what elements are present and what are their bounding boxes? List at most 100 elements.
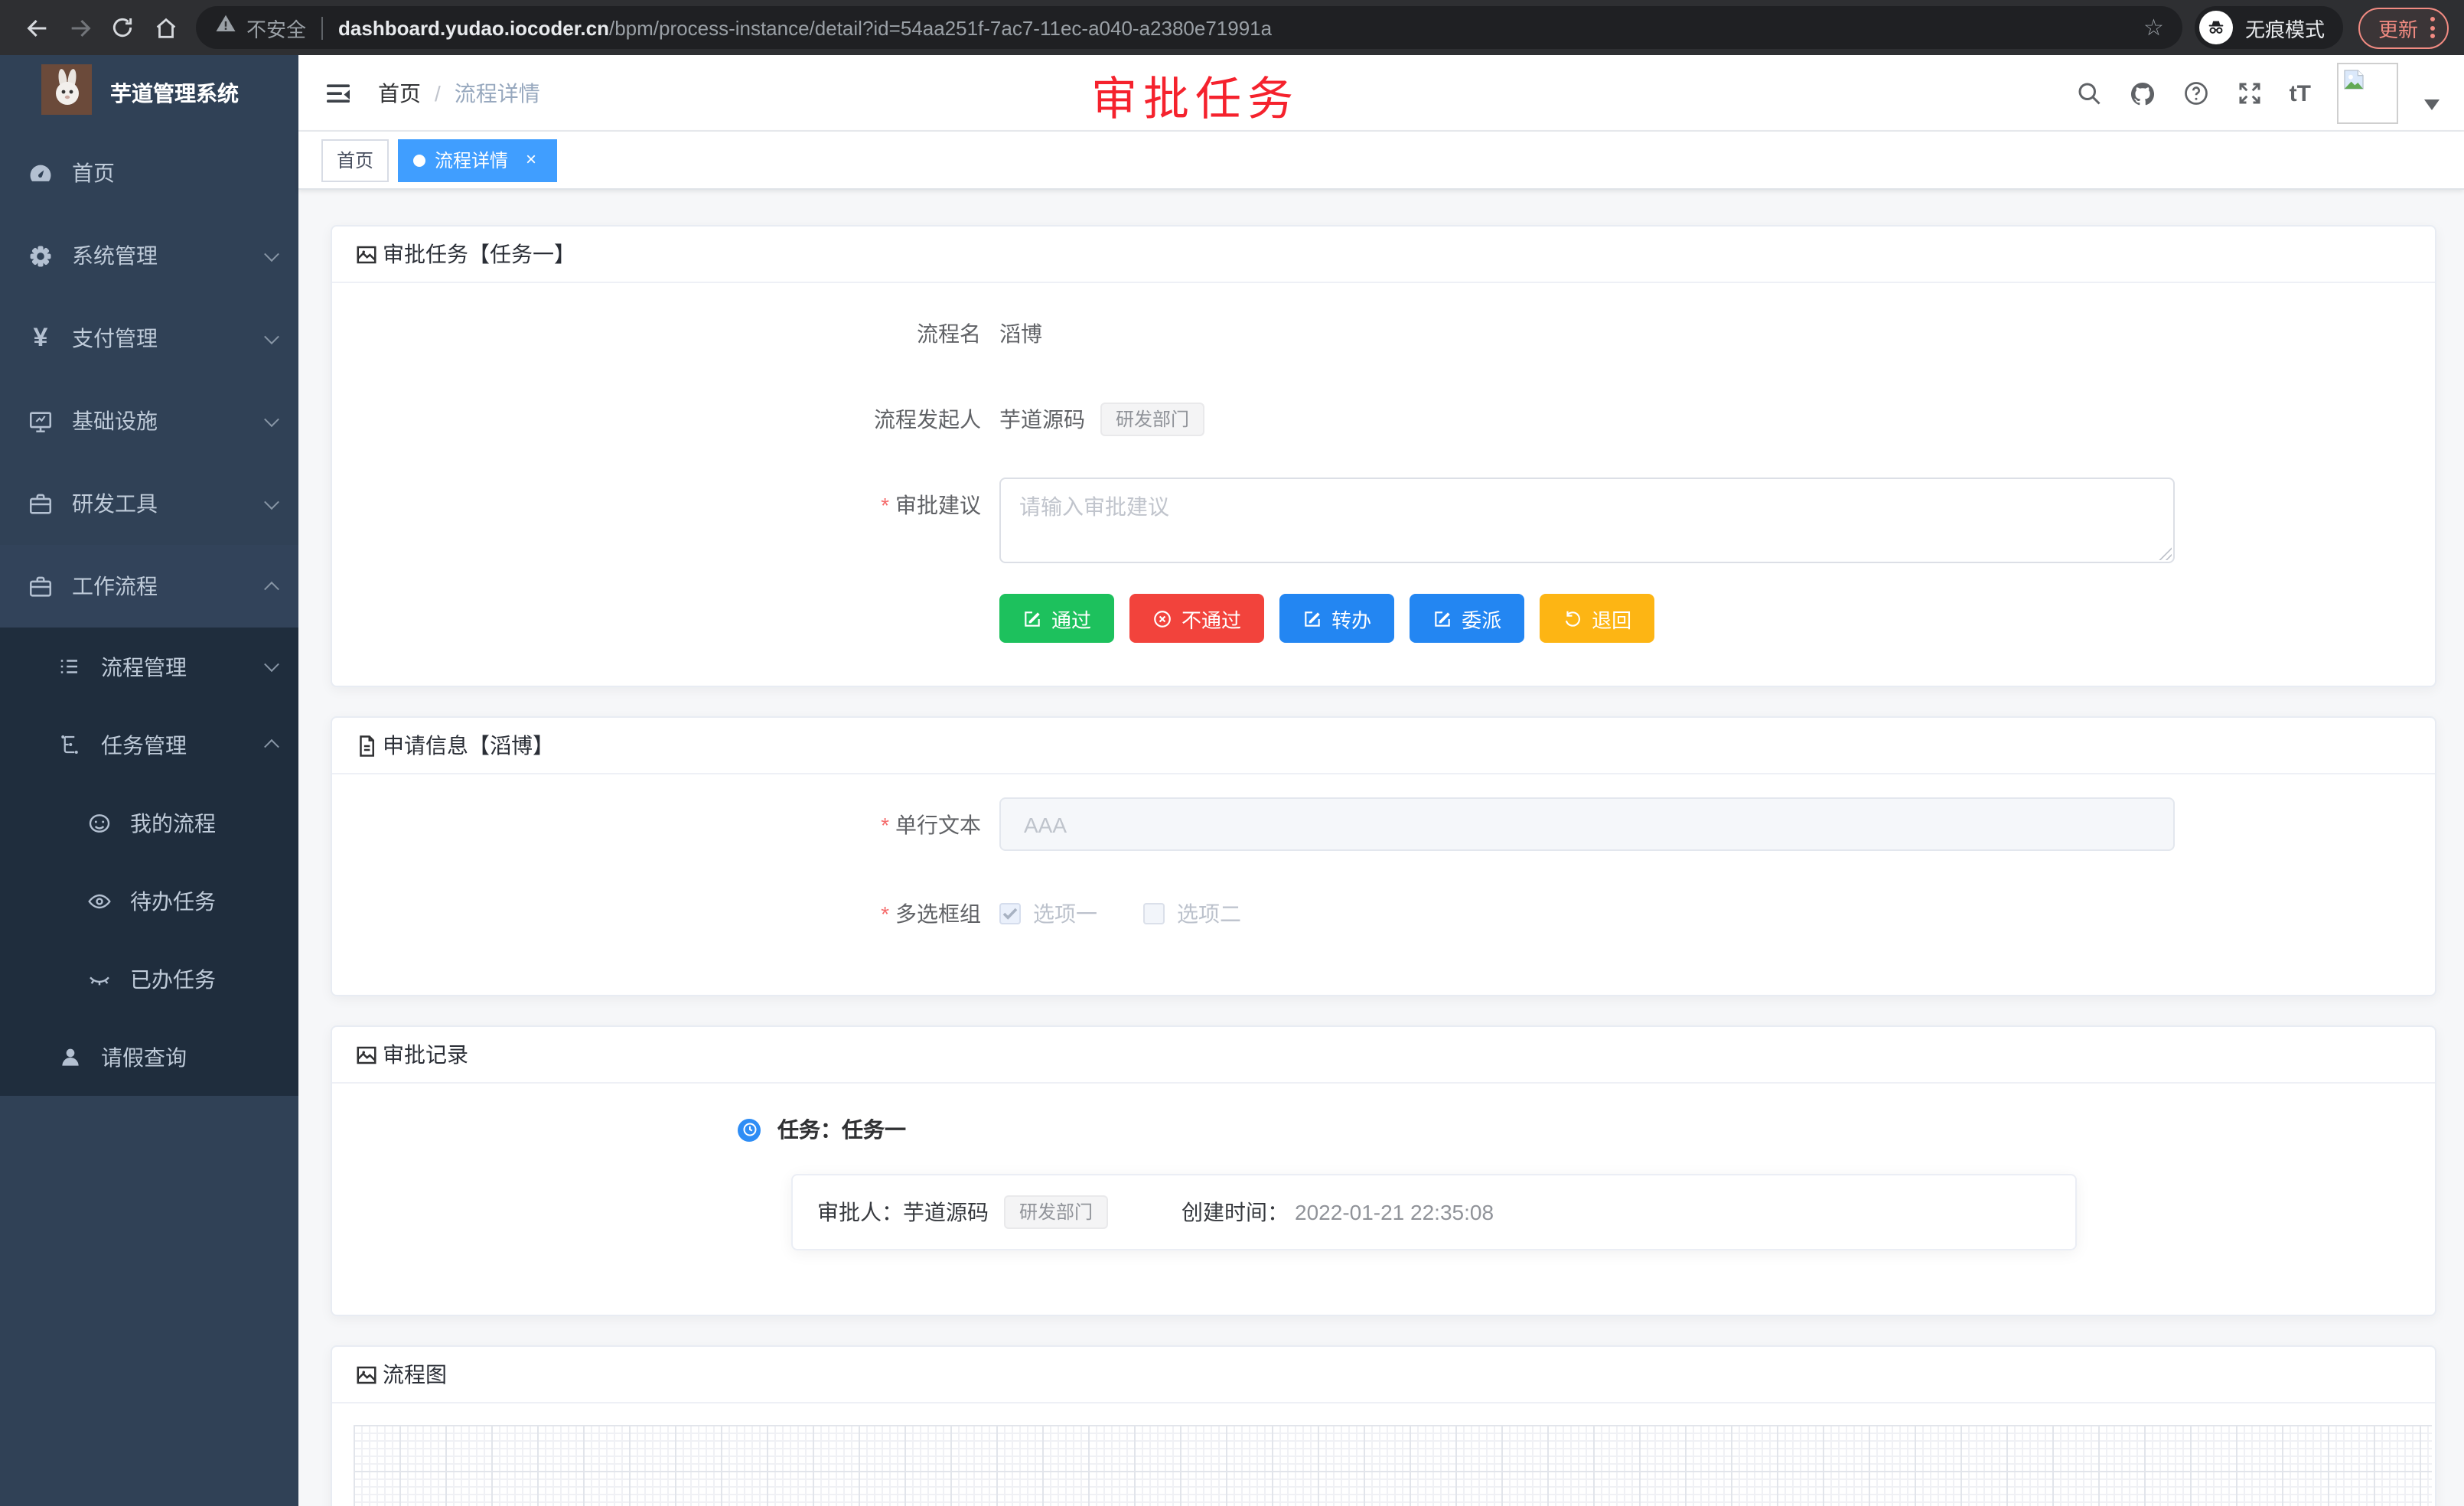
chevron-up-icon (264, 739, 279, 755)
home-icon[interactable] (144, 6, 187, 49)
sidebar-item-leave-query[interactable]: 请假查询 (0, 1018, 298, 1096)
edit-icon (1022, 608, 1042, 628)
undo-icon (1563, 608, 1582, 628)
single-line-text-input[interactable] (999, 797, 2175, 851)
gear-icon (28, 243, 54, 269)
hamburger-icon[interactable] (323, 77, 354, 108)
form-row-checkbox: *多选框组 选项一 选项二 (363, 886, 2404, 941)
flow-chart-card: 流程图 (331, 1345, 2436, 1506)
card-body: 流程名 滔博 流程发起人 芋道源码 研发部门 *审批建议 (332, 283, 2435, 686)
avatar[interactable] (2337, 63, 2398, 124)
user-icon (57, 1044, 83, 1070)
broken-image-icon (2342, 67, 2366, 92)
sidebar-item-task-mgmt[interactable]: 任务管理 (0, 706, 298, 784)
sidebar-item-label: 支付管理 (72, 323, 158, 354)
help-icon[interactable] (2182, 80, 2210, 107)
face-icon (86, 810, 112, 836)
tab-label: 流程详情 (435, 147, 508, 173)
checkbox-checked-icon (999, 903, 1021, 924)
sidebar-item-process-mgmt[interactable]: 流程管理 (0, 628, 298, 706)
security-label[interactable]: 不安全 (246, 13, 306, 42)
sidebar-item-label: 任务管理 (101, 729, 187, 760)
fullscreen-icon[interactable] (2236, 80, 2264, 107)
transfer-button[interactable]: 转办 (1279, 594, 1394, 643)
github-icon[interactable] (2129, 80, 2156, 107)
app: 芋道管理系统 首页 系统管理 ¥ 支付管理 (0, 55, 2464, 1506)
incognito-icon (2199, 11, 2233, 44)
apply-info-card: 申请信息【滔博】 *单行文本 *多选框组 (331, 716, 2436, 996)
circle-x-icon (1152, 608, 1172, 628)
clock-icon (738, 1118, 761, 1141)
sidebar-item-label: 我的流程 (130, 807, 216, 838)
sidebar-item-system[interactable]: 系统管理 (0, 214, 298, 297)
reload-icon[interactable] (101, 6, 144, 49)
approver-label: 审批人： (817, 1197, 903, 1227)
briefcase-icon (28, 491, 54, 517)
caret-down-icon[interactable] (2424, 90, 2440, 118)
bookmark-star-icon[interactable]: ☆ (2143, 14, 2164, 41)
delegate-button[interactable]: 委派 (1410, 594, 1524, 643)
checkbox-label: 选项二 (1177, 886, 1241, 941)
app-title: 芋道管理系统 (110, 78, 239, 109)
back-icon[interactable] (15, 6, 58, 49)
close-icon[interactable]: × (520, 149, 542, 171)
form-row-initiator: 流程发起人 芋道源码 研发部门 (363, 392, 2404, 447)
warning-icon[interactable] (214, 12, 237, 43)
tags-view-bar: 首页 流程详情 × (298, 132, 2464, 190)
tab-home[interactable]: 首页 (321, 139, 389, 181)
sidebar-item-pay[interactable]: ¥ 支付管理 (0, 297, 298, 380)
url-text[interactable]: dashboard.yudao.iocoder.cn/bpm/process-i… (338, 16, 1272, 39)
sidebar-item-workflow[interactable]: 工作流程 (0, 545, 298, 628)
form-row-suggestion: *审批建议 (363, 478, 2404, 563)
navbar-actions: tT (2075, 55, 2440, 132)
timeline-item: 任务：任务一 (738, 1114, 2404, 1145)
yen-icon: ¥ (28, 325, 54, 351)
card-header: 流程图 (332, 1347, 2435, 1403)
sidebar-item-done-tasks[interactable]: 已办任务 (0, 940, 298, 1018)
address-bar[interactable]: 不安全 dashboard.yudao.iocoder.cn/bpm/proce… (196, 6, 2182, 49)
tab-label: 首页 (337, 147, 373, 173)
browser-update-button[interactable]: 更新 (2358, 7, 2449, 48)
browser-menu-icon[interactable] (2430, 17, 2435, 38)
return-button[interactable]: 退回 (1540, 594, 1654, 643)
eye-closed-icon (86, 966, 112, 992)
sidebar-item-devtools[interactable]: 研发工具 (0, 462, 298, 545)
card-body: 任务：任务一 审批人： 芋道源码 研发部门 创建时间： 2022-01-21 2… (332, 1084, 2435, 1315)
checkbox-option-2[interactable]: 选项二 (1143, 886, 1241, 941)
sidebar-item-label: 基础设施 (72, 406, 158, 436)
sidebar-item-label: 研发工具 (72, 488, 158, 519)
sidebar-item-label: 流程管理 (101, 651, 187, 682)
dashboard-icon (28, 160, 54, 186)
briefcase-icon (28, 573, 54, 599)
suggestion-textarea[interactable] (999, 478, 2175, 563)
sidebar-item-my-process[interactable]: 我的流程 (0, 784, 298, 862)
approve-button[interactable]: 通过 (999, 594, 1114, 643)
incognito-badge: 无痕模式 (2195, 6, 2343, 49)
task-title: 任务：任务一 (777, 1114, 906, 1145)
card-title: 申请信息【滔博】 (383, 730, 554, 761)
logo-image (41, 64, 92, 122)
search-icon[interactable] (2075, 80, 2103, 107)
tree-icon (57, 732, 83, 758)
page-content: 审批任务【任务一】 流程名 滔博 流程发起人 芋道源码 研发部门 (298, 190, 2464, 1506)
forward-icon[interactable] (58, 6, 101, 49)
picture-icon (355, 243, 378, 266)
eye-icon (86, 888, 112, 914)
checkbox-option-1[interactable]: 选项一 (999, 886, 1097, 941)
update-label[interactable]: 更新 (2378, 13, 2418, 42)
logo[interactable]: 芋道管理系统 (0, 55, 298, 132)
create-time-label: 创建时间： (1181, 1197, 1289, 1227)
dept-tag: 研发部门 (1100, 403, 1204, 436)
bpmn-canvas[interactable] (354, 1425, 2432, 1506)
reject-button[interactable]: 不通过 (1129, 594, 1264, 643)
tab-process-detail[interactable]: 流程详情 × (398, 139, 557, 181)
font-size-icon[interactable]: tT (2290, 80, 2311, 106)
monitor-icon (28, 408, 54, 434)
sidebar-item-infra[interactable]: 基础设施 (0, 380, 298, 462)
incognito-label: 无痕模式 (2245, 13, 2325, 42)
breadcrumb-home[interactable]: 首页 (378, 77, 421, 108)
sidebar-item-todo-tasks[interactable]: 待办任务 (0, 862, 298, 940)
sidebar-item-home[interactable]: 首页 (0, 132, 298, 214)
chevron-down-icon (264, 328, 279, 344)
omnibox-divider (321, 16, 323, 39)
